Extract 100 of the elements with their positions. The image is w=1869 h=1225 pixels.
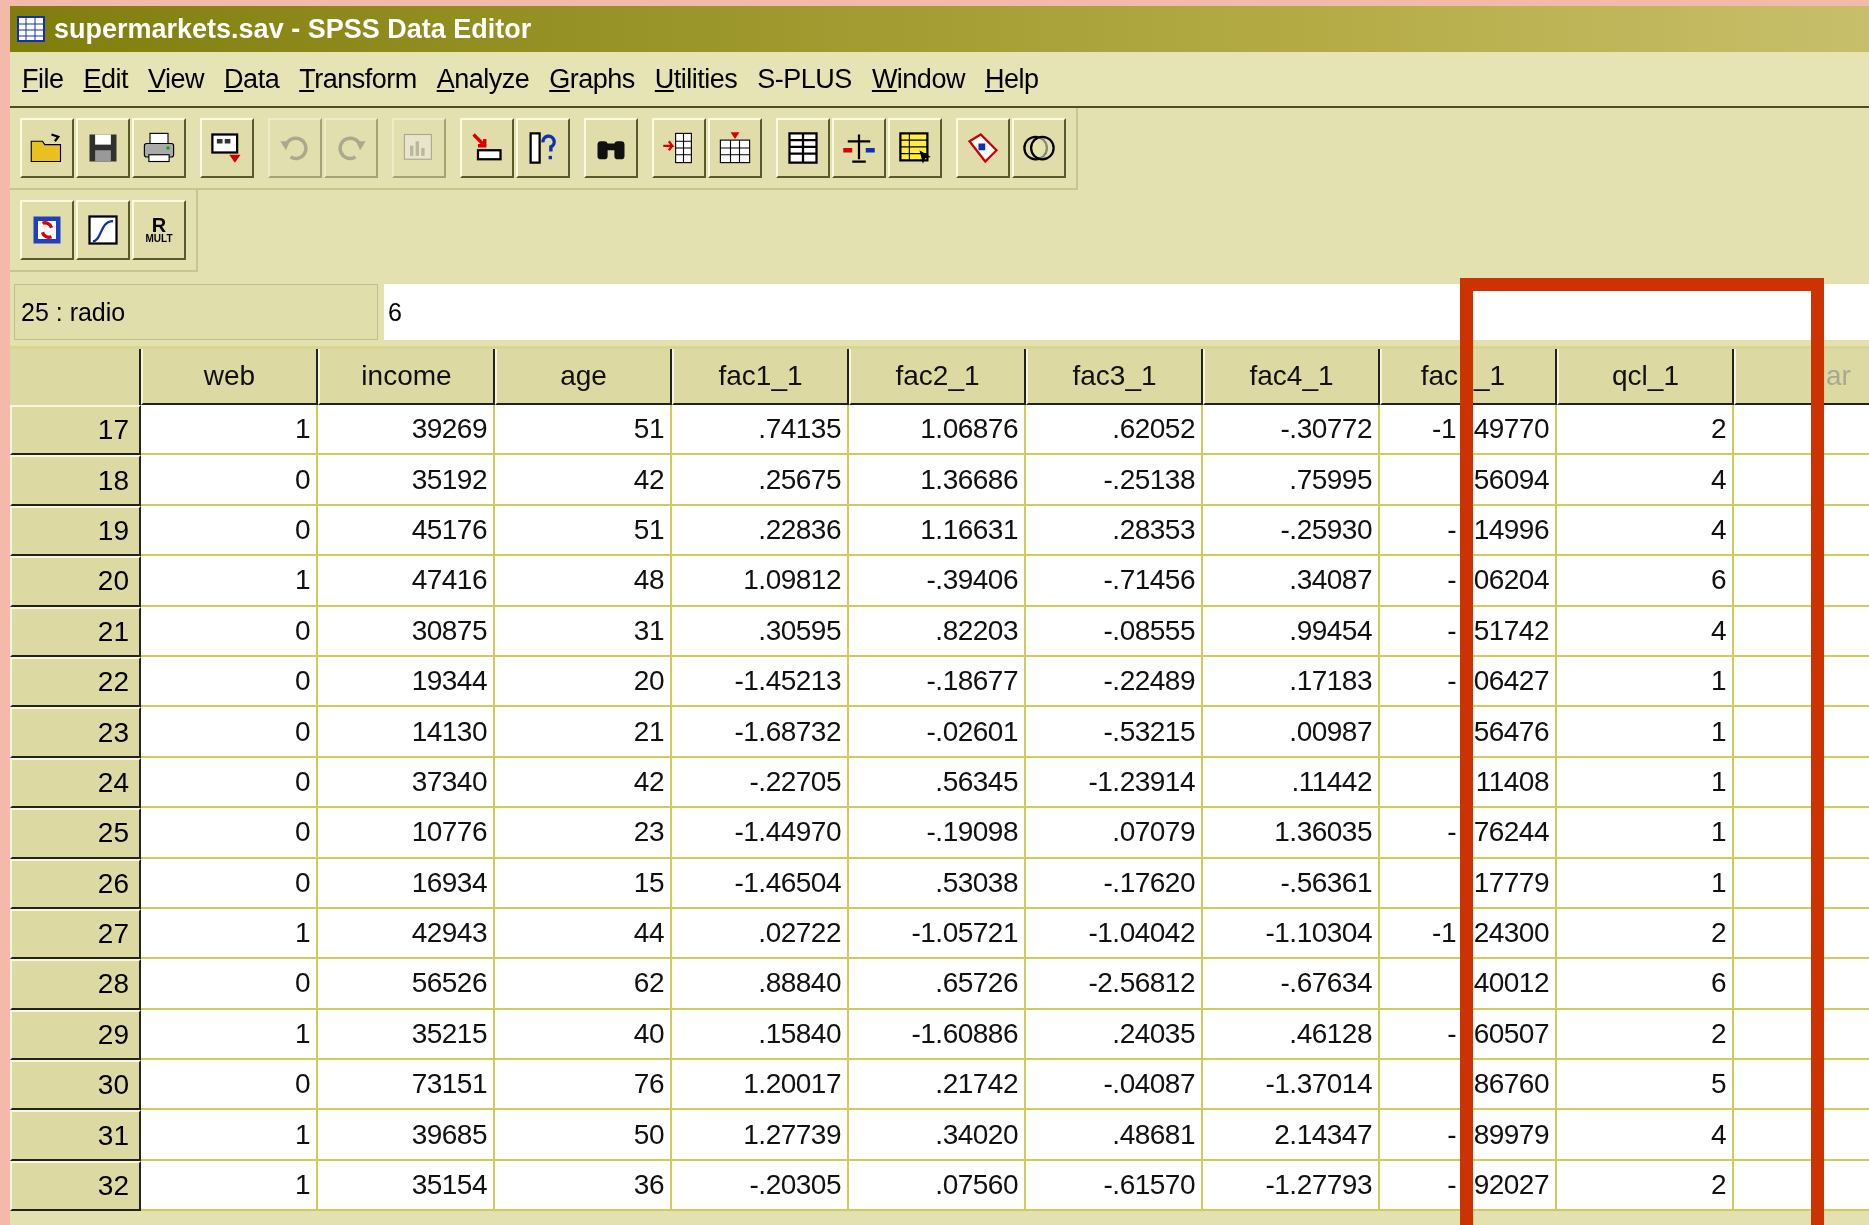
- toolbar-button[interactable]: [20, 200, 74, 260]
- cell-text: 40012: [1473, 967, 1549, 1000]
- table-cell: 40: [495, 1009, 672, 1061]
- column-header[interactable]: fac2_1: [849, 349, 1026, 405]
- table-cell: .46128: [1203, 1009, 1380, 1061]
- toolbar-button[interactable]: [956, 118, 1010, 178]
- menu-item[interactable]: View: [140, 63, 217, 95]
- table-cell: 1: [141, 1009, 318, 1061]
- curve-icon: [85, 212, 121, 248]
- table-cell: 42: [495, 757, 672, 809]
- table-grid-icon: [785, 130, 821, 166]
- column-header-text[interactable]: fac: [1420, 360, 1458, 392]
- menu-item[interactable]: Help: [976, 63, 1051, 95]
- menu-item[interactable]: File: [14, 63, 76, 95]
- cell-text: -: [1447, 513, 1456, 546]
- table-cell: -.19098: [849, 808, 1026, 859]
- table-cell: -1.10304: [1203, 908, 1380, 960]
- toolbar-button[interactable]: [132, 118, 186, 178]
- cell-text: 86760: [1473, 1068, 1549, 1101]
- toolbar-button[interactable]: [584, 118, 638, 178]
- column-header[interactable]: fac3_1: [1026, 349, 1203, 405]
- table-cell: 50: [495, 1110, 672, 1161]
- table-cell: 23: [495, 808, 672, 859]
- toolbar-button[interactable]: [652, 118, 706, 178]
- toolbar-button[interactable]: [200, 118, 254, 178]
- table-cell: -.30772: [1203, 405, 1380, 456]
- row-header[interactable]: 26: [10, 858, 141, 909]
- column-header[interactable]: qcl_1: [1557, 349, 1734, 405]
- row-header[interactable]: 31: [10, 1110, 141, 1161]
- table-cell: 0: [141, 656, 318, 708]
- table-cell: 1: [1557, 808, 1734, 859]
- text-tool-button[interactable]: R MULT: [132, 200, 186, 260]
- toolbar-button[interactable]: [888, 118, 942, 178]
- table-cell: -.71456: [1026, 556, 1203, 607]
- table-cell: .17183: [1203, 656, 1380, 708]
- table-cell: .25675: [672, 455, 849, 506]
- menu-item[interactable]: Analyze: [428, 63, 542, 95]
- menu-item[interactable]: Window: [863, 63, 977, 95]
- toolbar-button[interactable]: [20, 118, 74, 178]
- table-cell: 2: [1557, 1160, 1734, 1212]
- cell-value-field[interactable]: 6: [384, 284, 1869, 340]
- column-header[interactable]: fac4_1: [1203, 349, 1380, 405]
- table-cell: 35154: [318, 1160, 495, 1212]
- row-header[interactable]: 27: [10, 908, 141, 960]
- row-header[interactable]: 22: [10, 656, 141, 708]
- table-cell: 1: [141, 405, 318, 456]
- table-cell: 39269: [318, 405, 495, 456]
- toolbar-button[interactable]: [832, 118, 886, 178]
- menu-item[interactable]: Edit: [75, 63, 141, 95]
- menu-item[interactable]: S-PLUS: [749, 63, 864, 95]
- table-cell: -.25930: [1203, 505, 1380, 557]
- toolbar-button[interactable]: [1012, 118, 1066, 178]
- table-cell: .07079: [1026, 808, 1203, 859]
- table-cell: 4: [1557, 606, 1734, 657]
- column-header[interactable]: age: [495, 349, 672, 405]
- table-cell: 2: [1557, 405, 1734, 456]
- row-header[interactable]: 30: [10, 1060, 141, 1111]
- cell-text: -1: [1432, 917, 1456, 950]
- toolbar-button[interactable]: [460, 118, 514, 178]
- toolbar-button[interactable]: [516, 118, 570, 178]
- table-cell: -1.37014: [1203, 1060, 1380, 1111]
- toolbar-button[interactable]: [776, 118, 830, 178]
- table-cell: .75995: [1203, 455, 1380, 506]
- row-header[interactable]: 20: [10, 556, 141, 607]
- table-cell: .22836: [672, 505, 849, 557]
- row-header[interactable]: 23: [10, 707, 141, 758]
- row-header[interactable]: 19: [10, 505, 141, 557]
- cell-text: -: [1447, 1118, 1456, 1151]
- row-header[interactable]: 29: [10, 1009, 141, 1061]
- table-cell: .30595: [672, 606, 849, 657]
- table-cell: -.67634: [1203, 959, 1380, 1010]
- table-cell: 51: [495, 505, 672, 557]
- toolbar-button[interactable]: [76, 118, 130, 178]
- menu-item[interactable]: Utilities: [646, 63, 750, 95]
- menu-item[interactable]: Transform: [291, 63, 429, 95]
- menu-item[interactable]: Data: [216, 63, 292, 95]
- table-cell: 51: [495, 405, 672, 456]
- table-cell: 19344: [318, 656, 495, 708]
- row-header[interactable]: 17: [10, 405, 141, 456]
- table-cell: -.53215: [1026, 707, 1203, 758]
- toolbar-button[interactable]: [708, 118, 762, 178]
- table-cell: 31: [495, 606, 672, 657]
- table-cell: -.08555: [1026, 606, 1203, 657]
- table-cell: 1: [141, 556, 318, 607]
- table-cell: 73151: [318, 1060, 495, 1111]
- column-header[interactable]: fac1_1: [672, 349, 849, 405]
- column-header-text[interactable]: _1: [1474, 360, 1506, 392]
- row-header[interactable]: 32: [10, 1160, 141, 1212]
- table-cell: -1.68732: [672, 707, 849, 758]
- column-header[interactable]: income: [318, 349, 495, 405]
- row-header[interactable]: 24: [10, 757, 141, 809]
- row-header[interactable]: 21: [10, 606, 141, 657]
- toolbar-button[interactable]: [76, 200, 130, 260]
- row-header[interactable]: 28: [10, 959, 141, 1010]
- table-cell: .24035: [1026, 1009, 1203, 1061]
- menu-item[interactable]: Graphs: [541, 63, 647, 95]
- row-header[interactable]: 18: [10, 455, 141, 506]
- table-cell: -.39406: [849, 556, 1026, 607]
- row-header[interactable]: 25: [10, 808, 141, 859]
- column-header[interactable]: web: [141, 349, 318, 405]
